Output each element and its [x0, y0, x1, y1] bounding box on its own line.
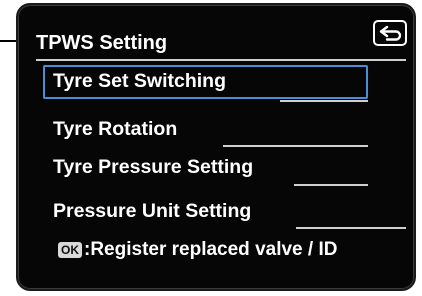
return-arrow-icon[interactable] — [373, 20, 407, 46]
register-hint-text: :Register replaced valve / ID — [84, 239, 338, 260]
menu-divider — [296, 227, 406, 229]
menu-item-label: Pressure Unit Setting — [53, 200, 252, 222]
menu-divider — [294, 184, 368, 186]
menu-item-tyre-rotation[interactable]: Tyre Rotation — [43, 113, 368, 147]
menu-item-label: Tyre Pressure Setting — [53, 156, 254, 178]
menu-divider — [223, 145, 368, 147]
menu-item-label: Tyre Set Switching — [53, 70, 227, 92]
page-title: TPWS Setting — [36, 32, 168, 54]
tpws-setting-screen: TPWS Setting Tyre Set Switching Tyre Rot… — [16, 3, 416, 291]
ok-register-hint: OK :Register replaced valve / ID — [58, 239, 337, 261]
menu-item-label: Tyre Rotation — [53, 118, 178, 140]
menu-item-pressure-unit-setting[interactable]: Pressure Unit Setting — [43, 195, 368, 229]
menu-item-tyre-set-switching[interactable]: Tyre Set Switching — [43, 65, 368, 99]
menu-item-tyre-pressure-setting[interactable]: Tyre Pressure Setting — [43, 151, 368, 185]
title-divider — [36, 59, 406, 61]
ok-button-icon: OK — [58, 242, 82, 258]
menu-divider — [280, 100, 368, 102]
